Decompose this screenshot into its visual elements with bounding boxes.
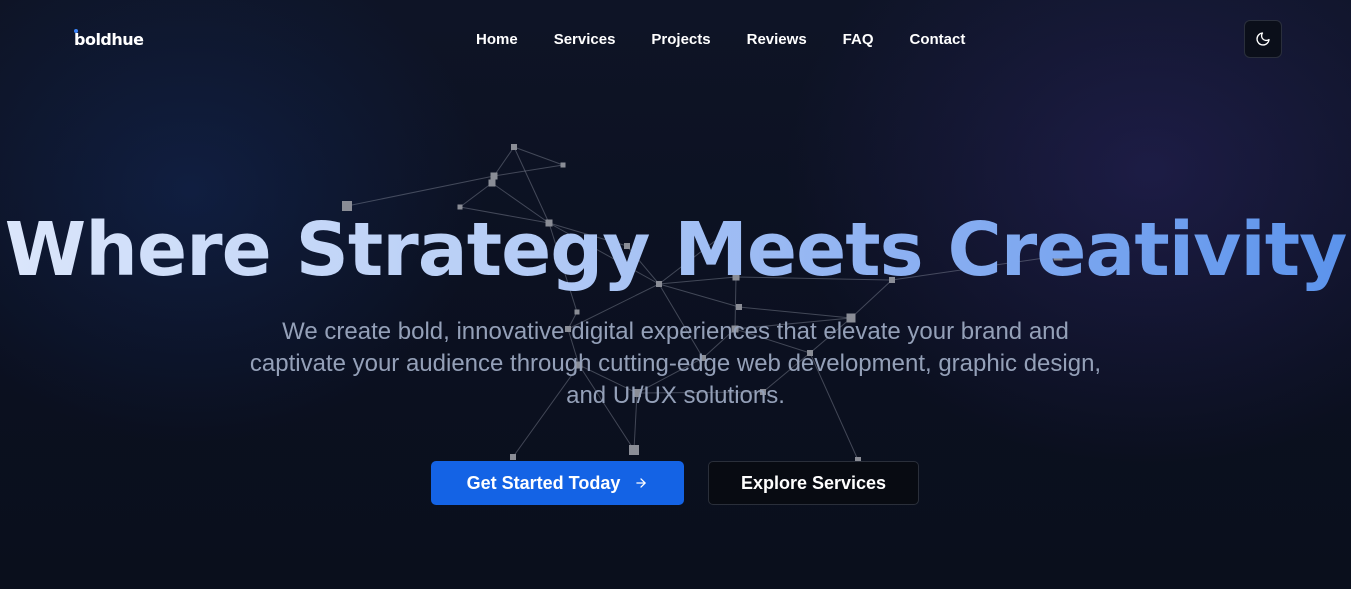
page: boldhue Home Services Projects Reviews F…	[0, 0, 1351, 589]
logo[interactable]: boldhue	[74, 30, 144, 49]
arrow-right-icon	[636, 478, 647, 488]
hero-subtitle: We create bold, innovative digital exper…	[249, 318, 1102, 409]
theme-toggle-button[interactable]	[1244, 20, 1282, 58]
network-node	[574, 309, 580, 315]
nav-link-home[interactable]: Home	[476, 31, 518, 48]
network-node	[629, 445, 639, 455]
moon-icon	[1256, 32, 1270, 46]
network-node	[490, 172, 498, 180]
get-started-button[interactable]: Get Started Today	[431, 461, 684, 505]
nav-link-contact[interactable]: Contact	[910, 31, 966, 48]
get-started-label: Get Started Today	[466, 472, 621, 493]
network-node	[560, 162, 566, 168]
top-navigation: boldhue Home Services Projects Reviews F…	[0, 0, 1351, 80]
nav-link-faq[interactable]: FAQ	[843, 31, 874, 48]
nav-link-reviews[interactable]: Reviews	[747, 31, 807, 48]
network-link	[493, 164, 564, 177]
explore-services-label: Explore Services	[740, 472, 887, 493]
network-node	[488, 179, 496, 187]
nav-link-services[interactable]: Services	[554, 31, 616, 48]
nav-links: Home Services Projects Reviews FAQ Conta…	[476, 31, 1001, 48]
hero-title: Where Strategy Meets Creativity	[0, 205, 1351, 295]
network-node	[510, 454, 516, 460]
network-link	[346, 175, 495, 207]
network-link	[459, 182, 493, 208]
network-node	[736, 304, 742, 310]
network-link	[493, 146, 515, 177]
network-node	[511, 144, 517, 150]
explore-services-button[interactable]: Explore Services	[708, 461, 919, 505]
nav-link-projects[interactable]: Projects	[651, 31, 710, 48]
